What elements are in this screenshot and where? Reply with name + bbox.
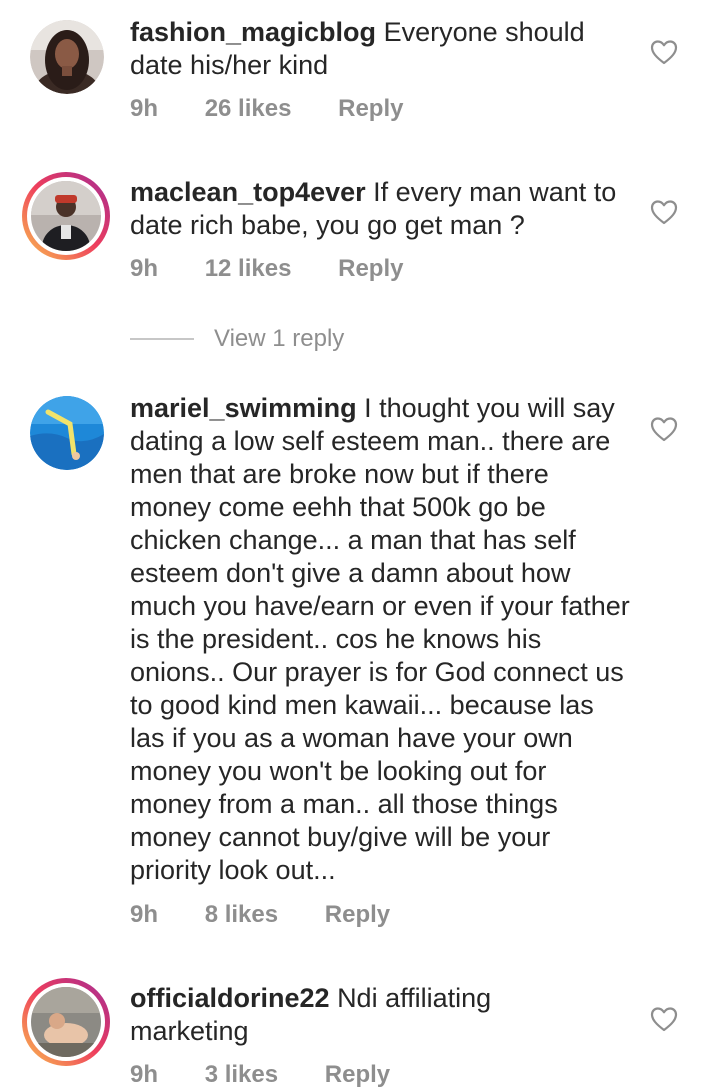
heart-outline-icon[interactable]: [650, 199, 678, 225]
comment-meta: 9h 3 likes Reply: [130, 1061, 390, 1089]
comment-username[interactable]: fashion_magicblog: [130, 17, 376, 47]
comment-body: fashion_magicblog Everyone should date h…: [130, 16, 630, 82]
comment-meta: 9h 26 likes Reply: [130, 95, 403, 123]
comment-time: 9h: [130, 901, 159, 928]
avatar-image: [31, 987, 101, 1057]
avatar[interactable]: [22, 978, 110, 1066]
comment-meta: 9h 8 likes Reply: [130, 901, 390, 929]
heart-outline-icon[interactable]: [650, 416, 678, 442]
comment-likes[interactable]: 12 likes: [205, 255, 292, 283]
comment-time: 9h: [130, 95, 159, 122]
avatar-image: [30, 20, 104, 94]
comment-likes[interactable]: 8 likes: [205, 901, 278, 929]
avatar-image: [30, 396, 104, 470]
comment-username[interactable]: mariel_swimming: [130, 393, 357, 423]
reply-button[interactable]: Reply: [325, 901, 390, 929]
divider-line: [130, 338, 194, 340]
story-ring: [27, 177, 105, 255]
comment-body: officialdorine22 Ndi affiliating marketi…: [130, 982, 530, 1048]
reply-button[interactable]: Reply: [338, 95, 403, 123]
comment-likes[interactable]: 26 likes: [205, 95, 292, 123]
avatar[interactable]: [22, 172, 110, 260]
comment-username[interactable]: officialdorine22: [130, 983, 330, 1013]
reply-button[interactable]: Reply: [325, 1061, 390, 1089]
comment-time: 9h: [130, 1061, 159, 1088]
comment-text: I thought you will say dating a low self…: [130, 393, 630, 885]
comment-username[interactable]: maclean_top4ever: [130, 177, 366, 207]
comment-meta: 9h 12 likes Reply: [130, 255, 403, 283]
heart-outline-icon[interactable]: [650, 39, 678, 65]
comment-likes[interactable]: 3 likes: [205, 1061, 278, 1089]
view-replies-label[interactable]: View 1 reply: [214, 325, 344, 353]
comment-body: mariel_swimming I thought you will say d…: [130, 392, 630, 887]
avatar-image: [31, 181, 101, 251]
heart-outline-icon[interactable]: [650, 1006, 678, 1032]
avatar[interactable]: [30, 20, 104, 94]
avatar[interactable]: [30, 396, 104, 470]
comment-body: maclean_top4ever If every man want to da…: [130, 176, 630, 242]
reply-button[interactable]: Reply: [338, 255, 403, 283]
comment-time: 9h: [130, 255, 159, 282]
view-replies-button[interactable]: View 1 reply: [130, 322, 344, 356]
story-ring: [27, 983, 105, 1061]
